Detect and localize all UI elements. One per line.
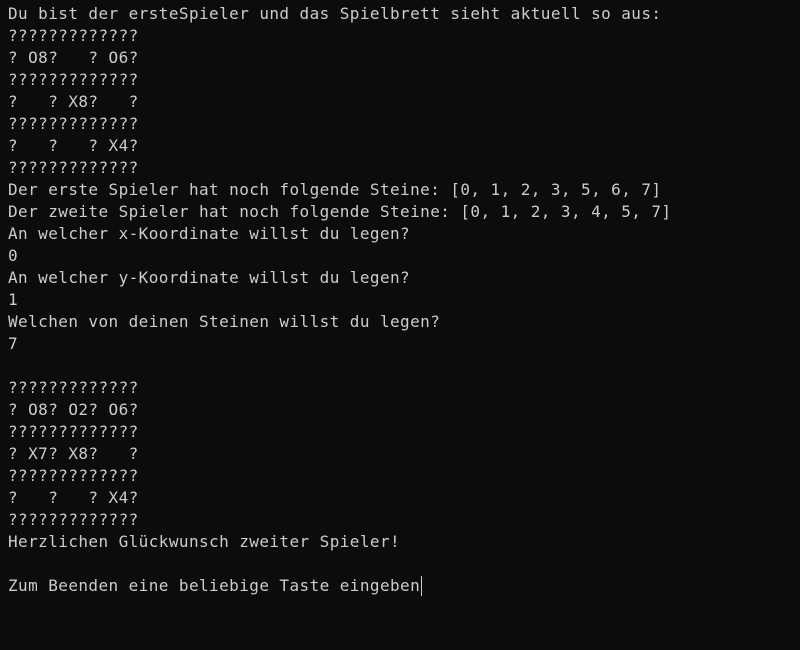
player2-stones-line: Der zweite Spieler hat noch folgende Ste…	[8, 202, 672, 221]
terminal-window[interactable]: Du bist der ersteSpieler und das Spielbr…	[0, 0, 800, 650]
board-border: ?????????????	[8, 158, 139, 177]
stone-prompt: Welchen von deinen Steinen willst du leg…	[8, 312, 441, 331]
board-border: ?????????????	[8, 70, 139, 89]
stone-input: 7	[8, 334, 19, 353]
text-cursor	[421, 576, 423, 596]
board-row: ? ? ? X4?	[8, 136, 139, 155]
board-row: ? ? ? X4?	[8, 488, 139, 507]
y-coordinate-prompt: An welcher y-Koordinate willst du legen?	[8, 268, 411, 287]
board-row: ? ? X8? ?	[8, 92, 139, 111]
x-coordinate-prompt: An welcher x-Koordinate willst du legen?	[8, 224, 411, 243]
x-coordinate-input: 0	[8, 246, 19, 265]
exit-prompt-text: Zum Beenden eine beliebige Taste eingebe…	[8, 576, 421, 595]
board-border: ?????????????	[8, 422, 139, 441]
board-border: ?????????????	[8, 510, 139, 529]
congratulations-message: Herzlichen Glückwunsch zweiter Spieler!	[8, 532, 401, 551]
y-coordinate-input: 1	[8, 290, 19, 309]
board-row: ? O8? O2? O6?	[8, 400, 139, 419]
board-border: ?????????????	[8, 26, 139, 45]
board-border: ?????????????	[8, 466, 139, 485]
board-border: ?????????????	[8, 378, 139, 397]
board-row: ? X7? X8? ?	[8, 444, 139, 463]
exit-prompt-line[interactable]: Zum Beenden eine beliebige Taste eingebe…	[8, 575, 800, 597]
status-message: Du bist der ersteSpieler und das Spielbr…	[8, 4, 662, 23]
board-row: ? O8? ? O6?	[8, 48, 139, 67]
board-border: ?????????????	[8, 114, 139, 133]
player1-stones-line: Der erste Spieler hat noch folgende Stei…	[8, 180, 662, 199]
